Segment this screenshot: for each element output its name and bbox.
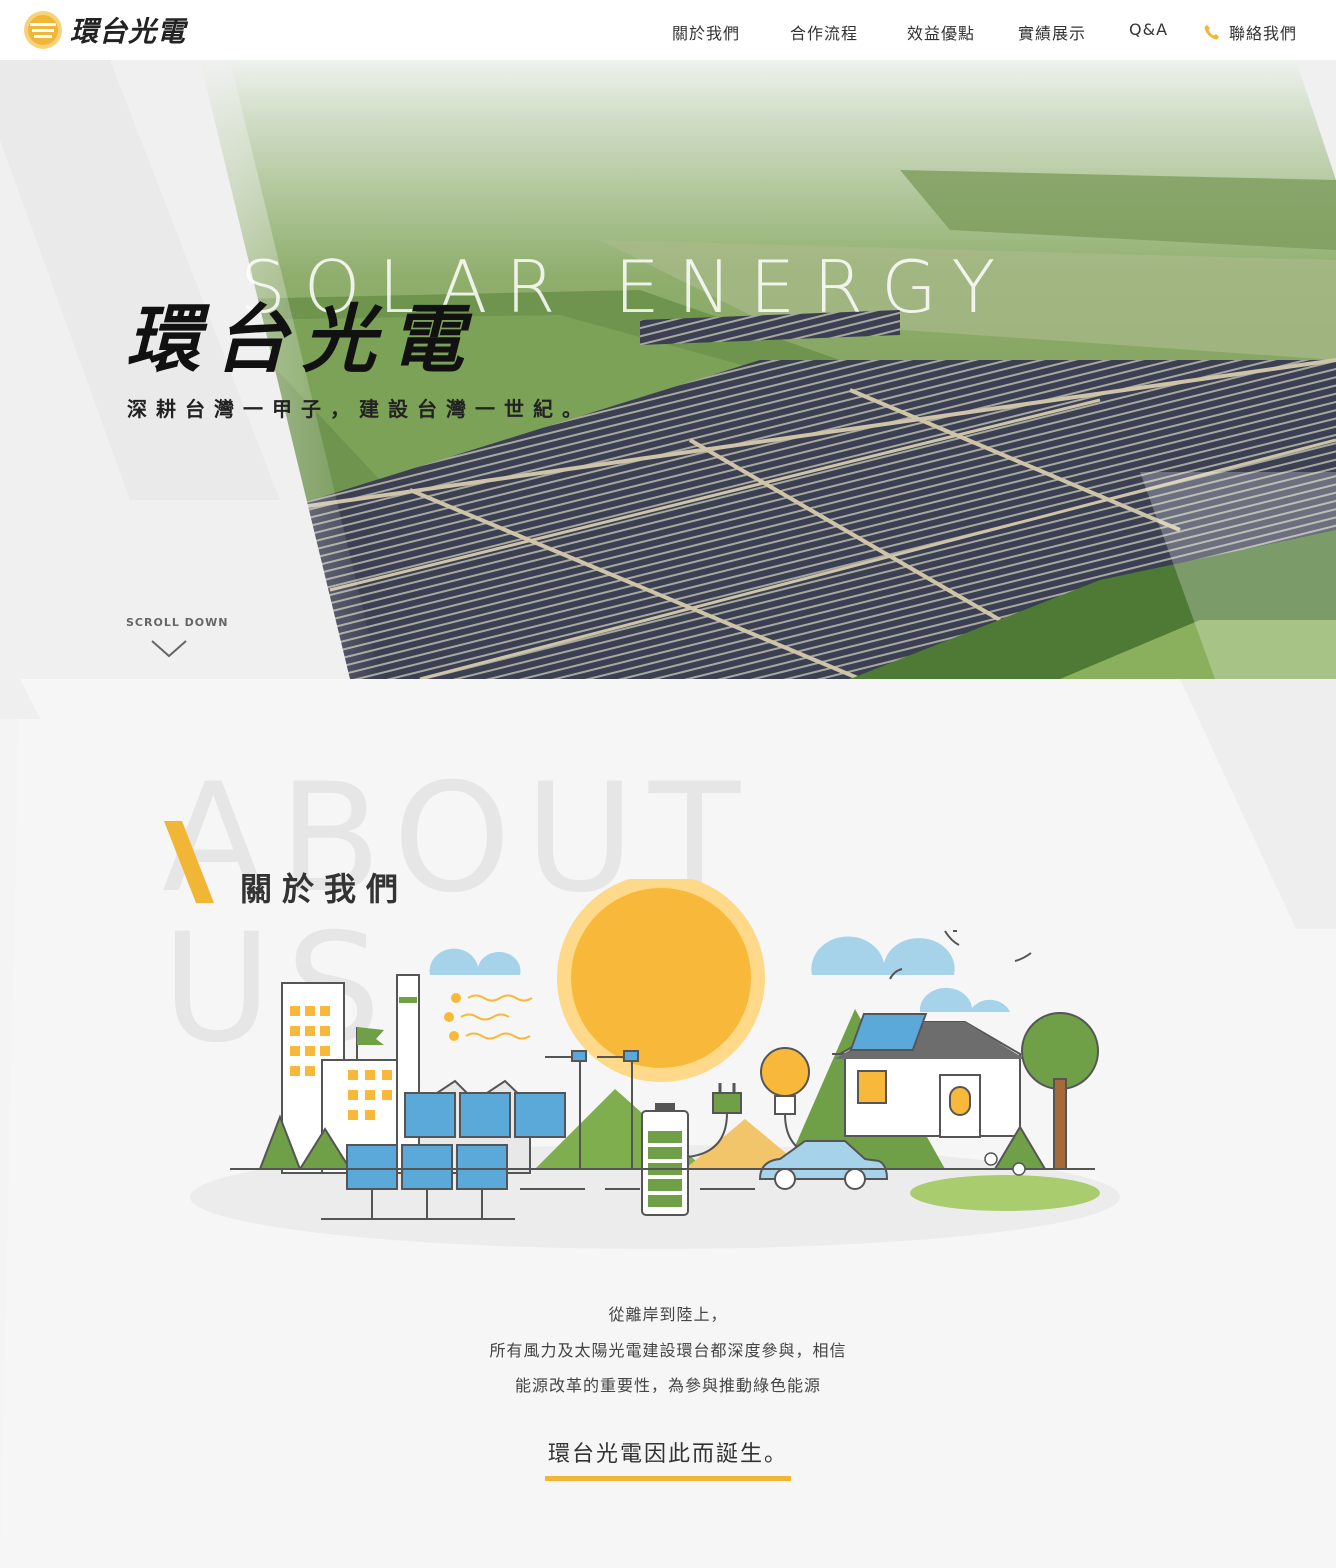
hero-slogan: 深耕台灣一甲子，建設台灣一世紀。	[127, 397, 591, 421]
nav-qa[interactable]: Q&A	[1129, 20, 1168, 39]
chevron-down-icon[interactable]	[151, 640, 187, 658]
about-section: ABOUT US 關於我們 從離岸到陸上， 所有風力及太陽光電建設環台都深度參與…	[0, 679, 1336, 1568]
about-highlight: 環台光電因此而誕生。	[0, 1436, 1336, 1481]
about-highlight-text: 環台光電因此而誕生。	[544, 1436, 791, 1481]
nav-contact[interactable]: 聯絡我們	[1203, 20, 1297, 44]
nav-benefits[interactable]: 效益優點	[907, 20, 975, 44]
phone-icon	[1204, 25, 1219, 40]
hero-title: 環台光電	[126, 297, 478, 383]
nav-about[interactable]: 關於我們	[672, 20, 740, 44]
about-paragraph-line-3: 能源改革的重要性，為參與推動綠色能源	[514, 1376, 821, 1395]
about-paragraph-line-2: 所有風力及太陽光電建設環台都深度參與，相信	[489, 1341, 847, 1360]
scroll-down-label[interactable]: SCROLL DOWN	[126, 616, 229, 629]
nav-contact-label: 聯絡我們	[1229, 24, 1298, 43]
about-paragraph-line-1: 從離岸到陸上，	[608, 1305, 728, 1324]
nav-process[interactable]: 合作流程	[790, 20, 858, 44]
logo-icon	[24, 11, 62, 49]
hero-section: SOLAR ENERGY 環台光電 深耕台灣一甲子，建設台灣一世紀。 SCROL…	[0, 60, 1336, 679]
logo-text: 環台光電	[70, 15, 187, 48]
green-energy-illustration	[190, 879, 1120, 1249]
site-header: 環台光電 關於我們 合作流程 效益優點 實績展示 Q&A 聯絡我們	[0, 0, 1336, 60]
logo[interactable]: 環台光電	[22, 9, 186, 51]
nav-projects[interactable]: 實績展示	[1018, 20, 1086, 44]
